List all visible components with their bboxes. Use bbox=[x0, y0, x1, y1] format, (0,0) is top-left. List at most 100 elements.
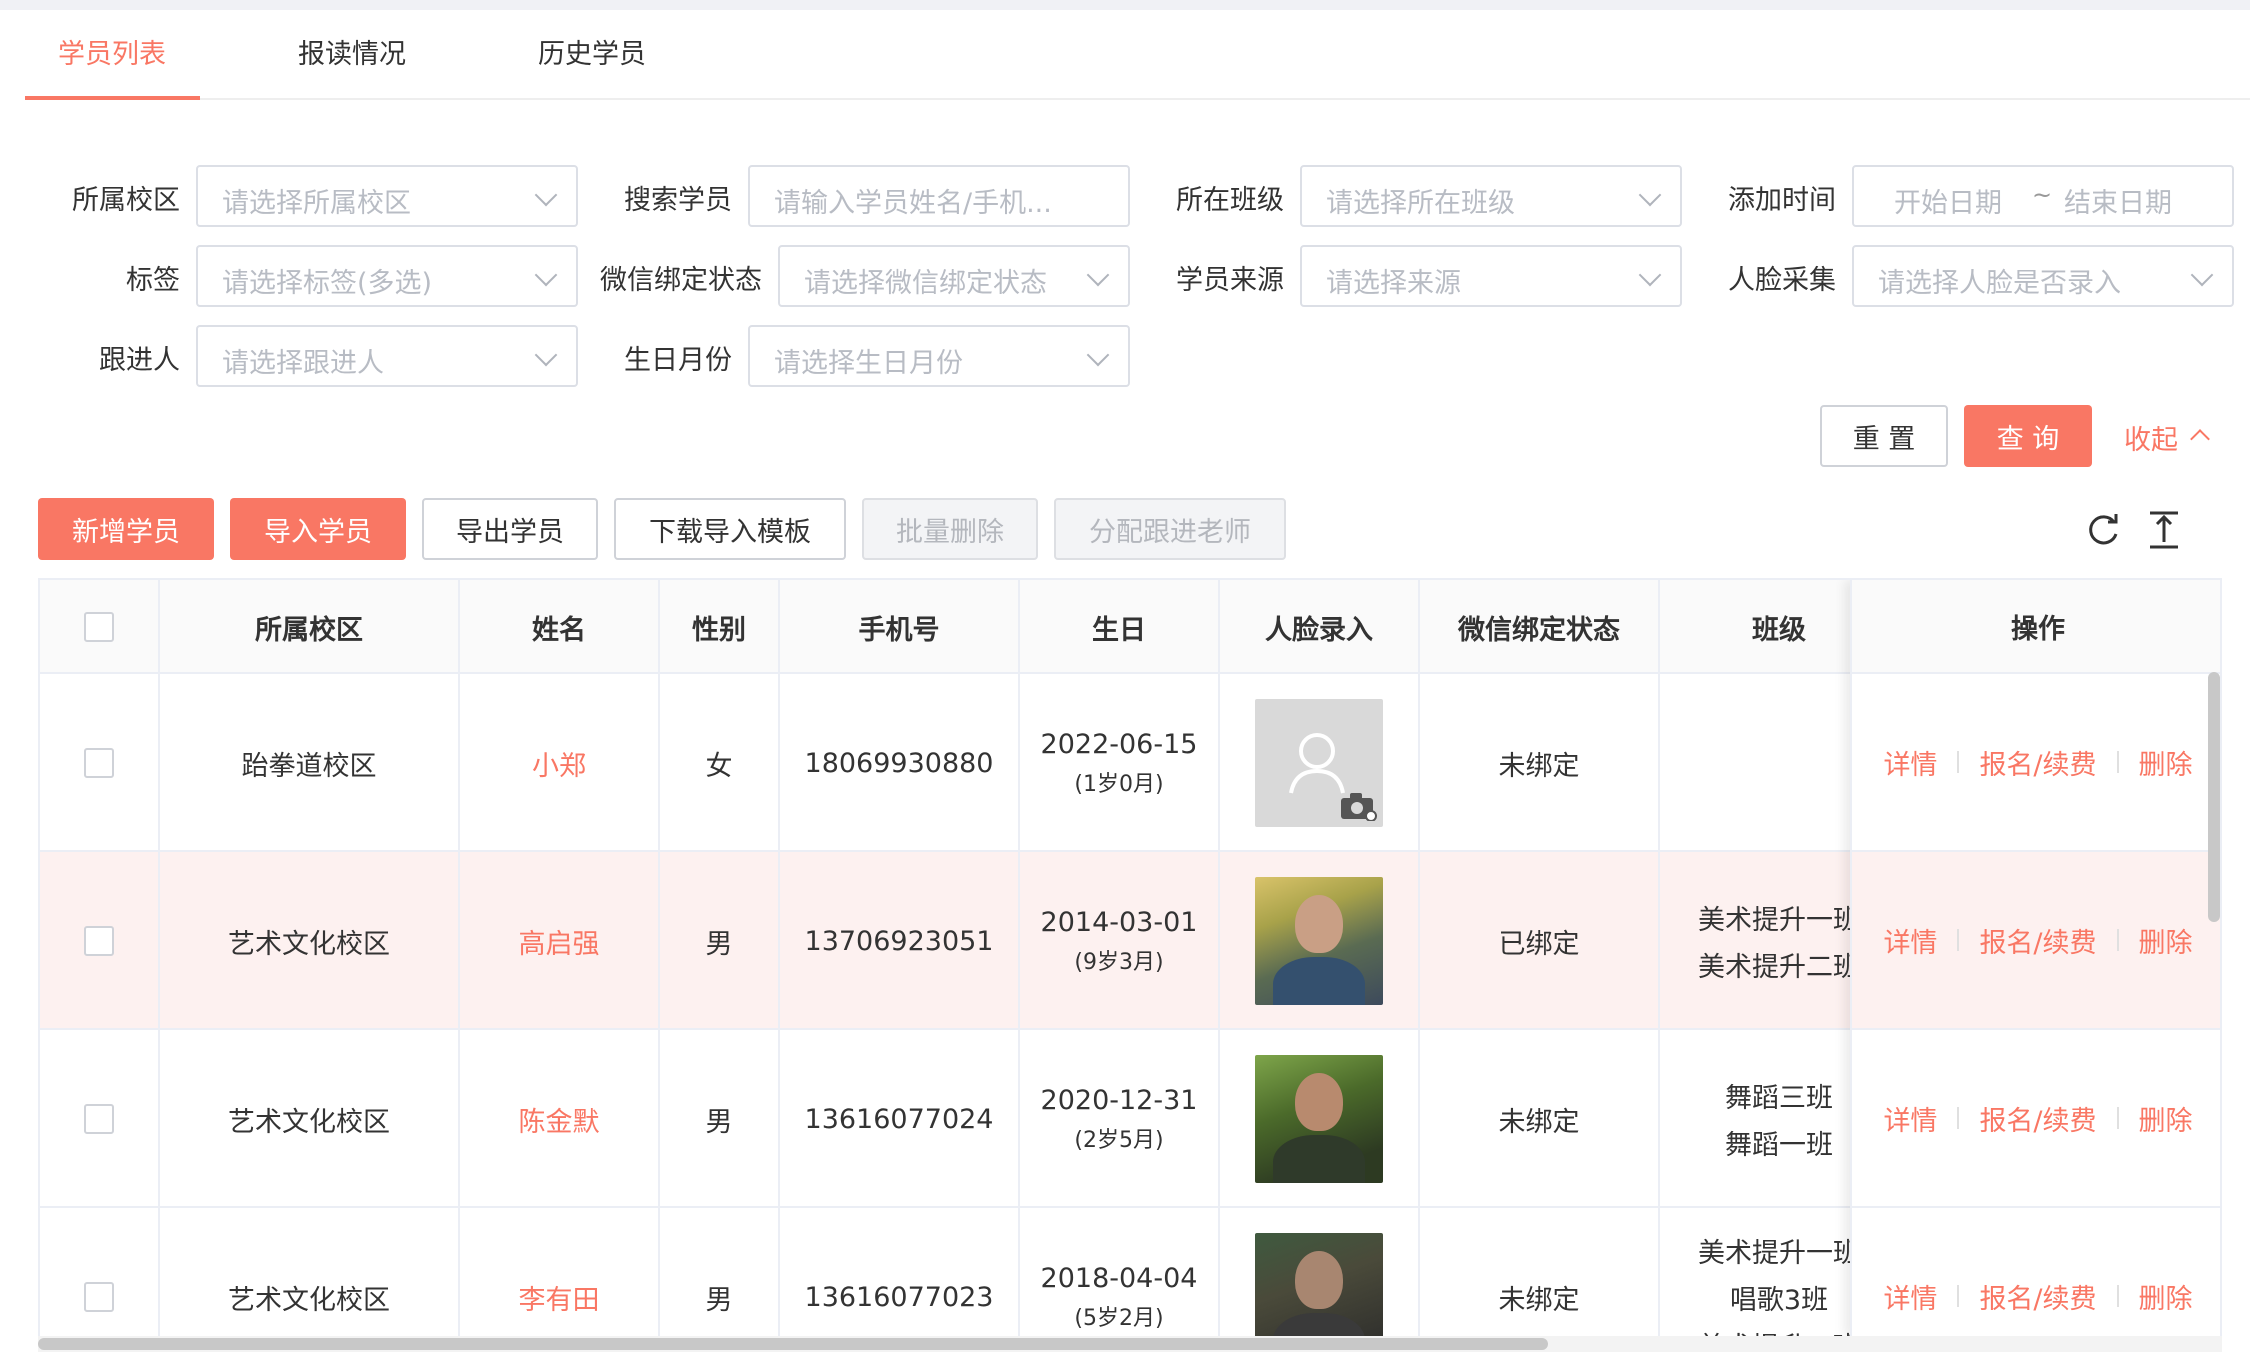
class-name: 舞蹈一班 bbox=[1725, 1130, 1833, 1161]
class-placeholder: 请选择所在班级 bbox=[1326, 188, 1515, 219]
enroll-renew-link[interactable]: 报名/续费 bbox=[1979, 743, 2096, 782]
header-face[interactable]: 人脸录入 bbox=[1220, 580, 1420, 674]
column-height-icon[interactable] bbox=[2146, 510, 2182, 550]
assign-teacher-button[interactable]: 分配跟进老师 bbox=[1054, 498, 1286, 560]
class-select[interactable]: 请选择所在班级 bbox=[1300, 165, 1682, 227]
add-student-button[interactable]: 新增学员 bbox=[38, 498, 214, 560]
operations-row: 详情 报名/续费 删除 bbox=[1852, 674, 2220, 852]
row-checkbox[interactable] bbox=[84, 1104, 114, 1134]
tab-history-students[interactable]: 历史学员 bbox=[538, 32, 646, 98]
start-date-placeholder: 开始日期 bbox=[1894, 188, 2002, 219]
header-name[interactable]: 姓名 bbox=[460, 580, 660, 674]
header-operations: 操作 bbox=[1852, 580, 2220, 674]
delete-link[interactable]: 删除 bbox=[2139, 743, 2193, 782]
tag-select[interactable]: 请选择标签(多选) bbox=[196, 245, 578, 307]
enroll-renew-link[interactable]: 报名/续费 bbox=[1979, 1099, 2096, 1138]
follower-select[interactable]: 请选择跟进人 bbox=[196, 325, 578, 387]
student-name-link[interactable]: 李有田 bbox=[460, 1208, 660, 1336]
reset-button[interactable]: 重 置 bbox=[1820, 405, 1948, 467]
wechat-status-cell: 未绑定 bbox=[1420, 1208, 1660, 1336]
birth-month-label: 生日月份 bbox=[624, 345, 732, 376]
tag-placeholder: 请选择标签(多选) bbox=[222, 268, 433, 299]
row-checkbox-cell bbox=[40, 1030, 160, 1208]
wechat-status-cell: 未绑定 bbox=[1420, 1030, 1660, 1208]
header-gender[interactable]: 性别 bbox=[660, 580, 780, 674]
delete-link[interactable]: 删除 bbox=[2139, 1099, 2193, 1138]
search-input[interactable]: 请输入学员姓名/手机... bbox=[748, 165, 1130, 227]
detail-link[interactable]: 详情 bbox=[1883, 1099, 1937, 1138]
row-checkbox[interactable] bbox=[84, 748, 114, 778]
birthday-date: 2022-06-15 bbox=[1040, 728, 1198, 760]
gender-cell: 男 bbox=[660, 1208, 780, 1336]
header-campus[interactable]: 所属校区 bbox=[160, 580, 460, 674]
source-select[interactable]: 请选择来源 bbox=[1300, 245, 1682, 307]
row-checkbox[interactable] bbox=[84, 926, 114, 956]
birthday-cell: 2018-04-04 (5岁2月) bbox=[1020, 1208, 1220, 1336]
end-date-placeholder: 结束日期 bbox=[2064, 188, 2172, 219]
batch-delete-button[interactable]: 批量删除 bbox=[862, 498, 1038, 560]
detail-link[interactable]: 详情 bbox=[1883, 921, 1937, 960]
search-placeholder: 请输入学员姓名/手机... bbox=[774, 188, 1052, 219]
chevron-down-icon bbox=[534, 263, 558, 287]
student-name-link[interactable]: 高启强 bbox=[460, 852, 660, 1030]
face-select[interactable]: 请选择人脸是否录入 bbox=[1852, 245, 2234, 307]
select-all-checkbox[interactable] bbox=[84, 612, 114, 642]
class-name: 唱歌3班 bbox=[1729, 1284, 1829, 1316]
face-placeholder-image[interactable] bbox=[1255, 699, 1383, 827]
class-name: 美术提升二班 bbox=[1698, 952, 1860, 983]
chevron-up-icon bbox=[2190, 429, 2210, 449]
face-cell bbox=[1220, 1208, 1420, 1336]
student-name-link[interactable]: 小郑 bbox=[460, 674, 660, 852]
phone-cell: 13616077023 bbox=[780, 1208, 1020, 1336]
face-photo[interactable] bbox=[1255, 1055, 1383, 1183]
class-name: 美术提升一班 bbox=[1698, 1237, 1860, 1269]
delete-link[interactable]: 删除 bbox=[2139, 921, 2193, 960]
student-name-link[interactable]: 陈金默 bbox=[460, 1030, 660, 1208]
download-template-button[interactable]: 下载导入模板 bbox=[614, 498, 846, 560]
delete-link[interactable]: 删除 bbox=[2139, 1277, 2193, 1316]
face-photo[interactable] bbox=[1255, 877, 1383, 1005]
chevron-down-icon bbox=[534, 343, 558, 367]
operations-row: 详情 报名/续费 删除 bbox=[1852, 852, 2220, 1030]
campus-select[interactable]: 请选择所属校区 bbox=[196, 165, 578, 227]
face-photo[interactable] bbox=[1255, 1233, 1383, 1336]
class-name: 美术提升一班 bbox=[1698, 905, 1860, 936]
collapse-link[interactable]: 收起 bbox=[2124, 418, 2178, 457]
horizontal-scrollbar[interactable] bbox=[38, 1338, 1548, 1350]
gender-cell: 女 bbox=[660, 674, 780, 852]
face-label: 人脸采集 bbox=[1728, 265, 1836, 296]
detail-link[interactable]: 详情 bbox=[1883, 1277, 1937, 1316]
gender-cell: 男 bbox=[660, 852, 780, 1030]
birth-month-select[interactable]: 请选择生日月份 bbox=[748, 325, 1130, 387]
campus-cell: 艺术文化校区 bbox=[160, 852, 460, 1030]
enroll-renew-link[interactable]: 报名/续费 bbox=[1979, 921, 2096, 960]
tab-student-list[interactable]: 学员列表 bbox=[58, 32, 166, 98]
birthday-date: 2020-12-31 bbox=[1040, 1084, 1198, 1116]
birthday-cell: 2022-06-15 (1岁0月) bbox=[1020, 674, 1220, 852]
query-button[interactable]: 查 询 bbox=[1964, 405, 2092, 467]
date-separator: ~ bbox=[2032, 181, 2053, 209]
students-table: 所属校区 姓名 性别 手机号 生日 人脸录入 微信绑定状态 班级 跆拳道校区 小… bbox=[38, 578, 2222, 1338]
campus-label: 所属校区 bbox=[72, 185, 180, 216]
birthday-age: (5岁2月) bbox=[1074, 1305, 1164, 1331]
source-placeholder: 请选择来源 bbox=[1326, 268, 1461, 299]
enroll-renew-link[interactable]: 报名/续费 bbox=[1979, 1277, 2096, 1316]
refresh-icon[interactable] bbox=[2086, 512, 2122, 548]
date-range-picker[interactable]: 开始日期 ~ 结束日期 bbox=[1852, 165, 2234, 227]
detail-link[interactable]: 详情 bbox=[1883, 743, 1937, 782]
wechat-status-cell: 已绑定 bbox=[1420, 852, 1660, 1030]
vertical-scrollbar[interactable] bbox=[2208, 672, 2220, 922]
tab-enrollment[interactable]: 报读情况 bbox=[298, 32, 406, 98]
header-wechat[interactable]: 微信绑定状态 bbox=[1420, 580, 1660, 674]
phone-cell: 13706923051 bbox=[780, 852, 1020, 1030]
header-select-all bbox=[40, 580, 160, 674]
campus-placeholder: 请选择所属校区 bbox=[222, 188, 411, 219]
import-students-button[interactable]: 导入学员 bbox=[230, 498, 406, 560]
birthday-cell: 2020-12-31 (2岁5月) bbox=[1020, 1030, 1220, 1208]
chevron-down-icon bbox=[1086, 263, 1110, 287]
export-students-button[interactable]: 导出学员 bbox=[422, 498, 598, 560]
wechat-select[interactable]: 请选择微信绑定状态 bbox=[778, 245, 1130, 307]
header-birthday[interactable]: 生日 bbox=[1020, 580, 1220, 674]
header-phone[interactable]: 手机号 bbox=[780, 580, 1020, 674]
row-checkbox[interactable] bbox=[84, 1282, 114, 1312]
